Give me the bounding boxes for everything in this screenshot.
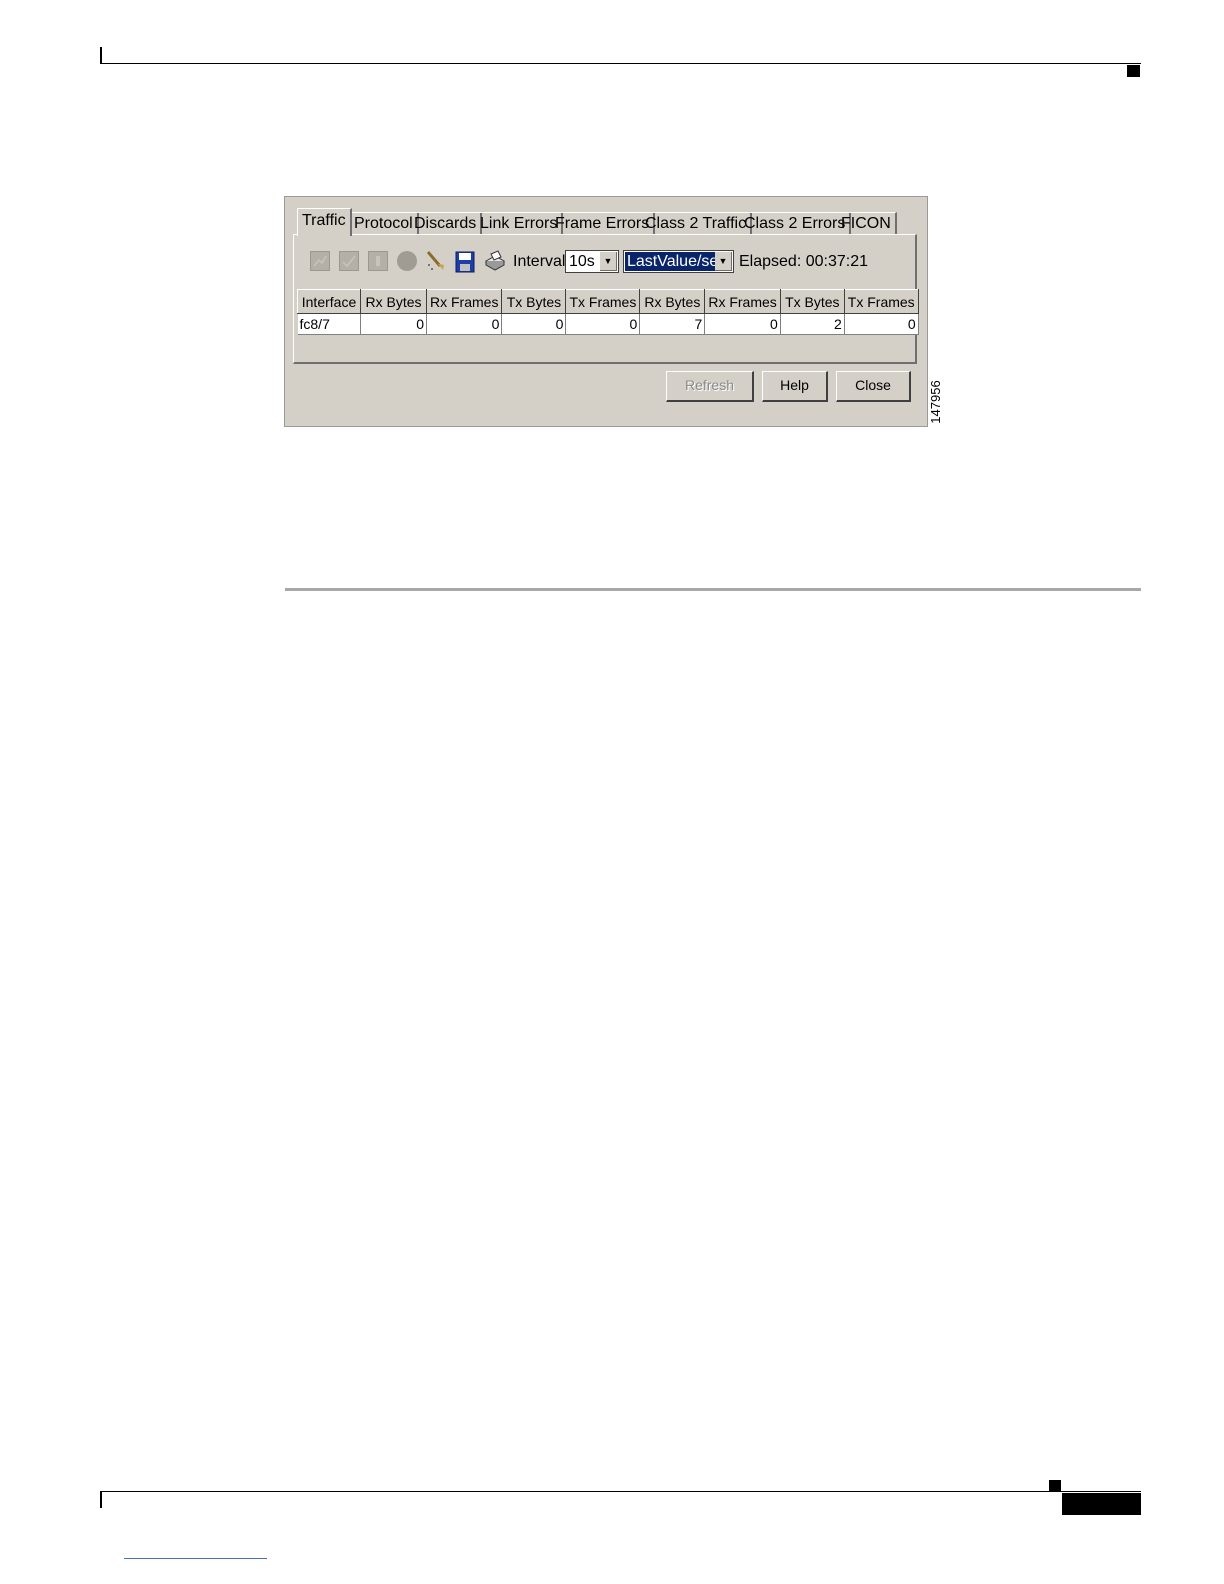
table-cell[interactable]: 0 — [704, 313, 781, 335]
tab-ficon[interactable]: FICON — [837, 212, 897, 234]
column-header[interactable]: Interface — [297, 289, 361, 314]
column-header[interactable]: Tx Bytes — [501, 289, 567, 314]
tab-label: Frame Errors — [555, 215, 650, 232]
refresh-button[interactable]: Refresh — [666, 371, 754, 402]
stats-table: Interface Rx Bytes Rx Frames Tx Bytes Tx… — [297, 289, 919, 335]
column-header[interactable]: Rx Frames — [425, 289, 503, 314]
tab-class2-errors[interactable]: Class 2 Errors — [740, 212, 852, 234]
tab-discards[interactable]: Discards — [410, 212, 483, 234]
tab-label: Class 2 Errors — [744, 215, 846, 232]
tab-class2-traffic[interactable]: Class 2 Traffic — [641, 212, 753, 234]
table-header-row: Interface Rx Bytes Rx Frames Tx Bytes Tx… — [297, 289, 919, 314]
tab-label: Traffic — [302, 212, 346, 229]
table-cell[interactable]: 7 — [639, 313, 706, 335]
tab-label: Class 2 Traffic — [645, 215, 747, 232]
table-cell[interactable]: 0 — [844, 313, 919, 335]
figure-number: 147956 — [928, 380, 943, 424]
header-marker — [1127, 65, 1140, 77]
table-cell[interactable]: 2 — [780, 313, 845, 335]
column-header[interactable]: Tx Frames — [565, 289, 641, 314]
header-tick — [100, 47, 102, 64]
help-button[interactable]: Help — [762, 371, 828, 402]
table-cell[interactable]: 0 — [501, 313, 567, 335]
tab-traffic[interactable]: Traffic — [297, 208, 352, 236]
column-header[interactable]: Rx Bytes — [360, 289, 427, 314]
tab-label: Protocol — [354, 215, 413, 232]
column-header[interactable]: Rx Bytes — [639, 289, 706, 314]
table-cell[interactable]: 0 — [360, 313, 427, 335]
footer-link-underline[interactable] — [124, 1558, 267, 1559]
interface-cell[interactable]: fc8/7 — [297, 313, 361, 335]
tab-protocol[interactable]: Protocol — [350, 212, 419, 234]
tab-label: Link Errors — [480, 215, 558, 232]
column-header[interactable]: Rx Frames — [704, 289, 781, 314]
footer-marker — [1049, 1480, 1061, 1491]
table-cell[interactable]: 0 — [426, 313, 503, 335]
page-number-box — [1062, 1493, 1141, 1515]
table-row[interactable]: fc8/7 0 0 0 0 7 0 2 0 — [297, 313, 919, 335]
section-rule — [285, 588, 1141, 591]
column-header[interactable]: Tx Frames — [843, 289, 919, 314]
tab-frame-errors[interactable]: Frame Errors — [551, 212, 656, 234]
footer-tick — [100, 1491, 102, 1508]
column-header[interactable]: Tx Bytes — [779, 289, 845, 314]
tab-label: FICON — [841, 215, 891, 232]
table-cell[interactable]: 0 — [565, 313, 641, 335]
close-button[interactable]: Close — [836, 371, 911, 402]
header-rule — [100, 63, 1141, 64]
tab-label: Discards — [414, 215, 477, 232]
footer-rule — [100, 1491, 1141, 1492]
